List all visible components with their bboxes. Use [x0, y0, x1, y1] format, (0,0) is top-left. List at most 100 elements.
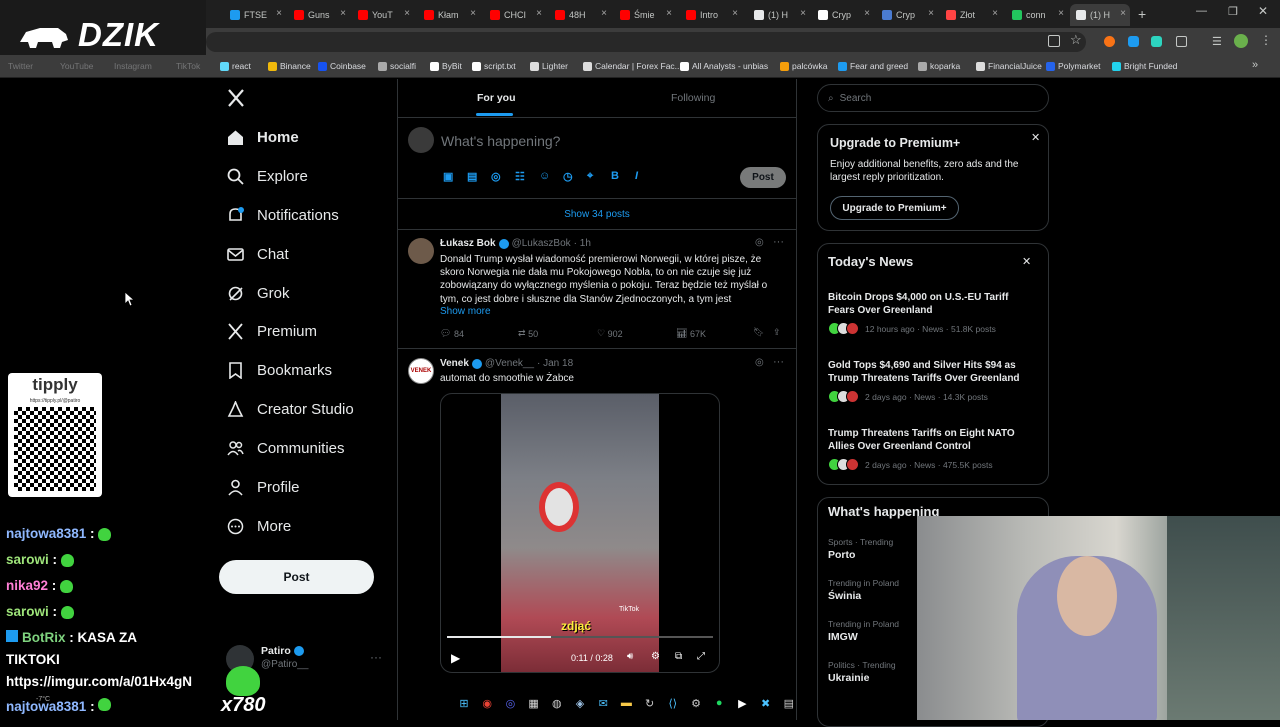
nav-item-communities[interactable]: Communities	[226, 439, 345, 457]
refresh-app-icon[interactable]: ↻	[641, 694, 659, 712]
nav-item-profile[interactable]: Profile	[226, 478, 300, 496]
location-icon[interactable]: ⌖	[587, 170, 593, 183]
close-icon[interactable]: ✕	[1031, 131, 1040, 144]
bookmark-item[interactable]: palcówka	[780, 61, 827, 71]
browser-tab[interactable]: Guns ×	[288, 4, 350, 26]
bookmark-item[interactable]: Coinbase	[318, 61, 366, 71]
bookmark-item[interactable]: TikTok	[176, 61, 200, 71]
tool-icon[interactable]: ✖	[757, 694, 775, 712]
tab-close-icon[interactable]: ×	[470, 8, 476, 19]
minimize-icon[interactable]: —	[1196, 5, 1207, 17]
bookmark-item[interactable]: koparka	[918, 61, 960, 71]
trend-name[interactable]: IMGW	[828, 631, 858, 643]
browser-tab[interactable]: (1) H ×	[1070, 4, 1130, 26]
maximize-icon[interactable]: ❐	[1228, 5, 1238, 18]
browser-tab[interactable]: Intro ×	[680, 4, 742, 26]
profile-avatar-icon[interactable]	[1234, 34, 1248, 48]
discord-icon[interactable]: ◎	[501, 694, 519, 712]
pip-icon[interactable]: ⧉	[675, 651, 682, 662]
tab-close-icon[interactable]: ×	[732, 8, 738, 19]
browser-tab[interactable]: CHCI ×	[484, 4, 546, 26]
browser-tab[interactable]: conn ×	[1006, 4, 1068, 26]
bookmark-item[interactable]: Bright Funded	[1112, 61, 1177, 71]
image-icon[interactable]: ▣	[443, 170, 453, 183]
tab-close-icon[interactable]: ×	[1120, 8, 1126, 19]
views-action[interactable]: 📊︎ 67K	[676, 328, 706, 339]
mail-icon[interactable]: ✉	[594, 694, 612, 712]
bookmark-item[interactable]: YouTube	[60, 61, 93, 71]
tab-close-icon[interactable]: ×	[666, 8, 672, 19]
emoji-icon[interactable]: ☺	[539, 170, 550, 182]
windows-start-icon[interactable]: ⊞	[455, 694, 473, 712]
tweet-author[interactable]: Łukasz Bok	[440, 238, 496, 249]
browser-tab[interactable]: Cryp ×	[876, 4, 938, 26]
bookmark-item[interactable]: All Analysts - unbias	[680, 61, 768, 71]
bookmark-item[interactable]: Instagram	[114, 61, 152, 71]
grok-icon[interactable]: ◎	[491, 170, 501, 183]
bookmark-item[interactable]: Binance	[268, 61, 311, 71]
browser-tab[interactable]: 48H ×	[549, 4, 611, 26]
browser-tab[interactable]: Cryp ×	[812, 4, 874, 26]
volume-icon[interactable]: 🔊︎	[627, 651, 633, 662]
trend-name[interactable]: Ukrainie	[828, 672, 869, 684]
nav-item-more[interactable]: More	[226, 517, 291, 535]
news-item-title[interactable]: Trump Threatens Tariffs on Eight NATO Al…	[828, 427, 1028, 453]
tab-close-icon[interactable]: ×	[404, 8, 410, 19]
reply-action[interactable]: 💬︎ 84	[440, 328, 464, 339]
news-item-title[interactable]: Gold Tops $4,690 and Silver Hits $94 as …	[828, 359, 1028, 385]
bookmark-item[interactable]: Calendar | Forex Fac...	[583, 61, 682, 71]
nav-item-notifications[interactable]: Notifications	[226, 206, 339, 224]
nav-item-premium[interactable]: Premium	[226, 322, 317, 340]
account-more-icon[interactable]: ···	[370, 650, 382, 664]
bold-icon[interactable]: B	[611, 170, 619, 182]
settings-icon[interactable]: ⚙	[651, 651, 660, 662]
tab-close-icon[interactable]: ×	[992, 8, 998, 19]
browser-tab[interactable]: Śmie ×	[614, 4, 676, 26]
tab-for-you[interactable]: For you	[477, 92, 516, 104]
bookmark-item[interactable]: ByBit	[430, 61, 462, 71]
bookmark-item[interactable]: Twitter	[8, 61, 33, 71]
app-icon[interactable]: ▦	[525, 694, 543, 712]
tweet-more-icon[interactable]: ···	[773, 356, 784, 368]
schedule-icon[interactable]: ◷	[563, 170, 573, 183]
upgrade-premium-button[interactable]: Upgrade to Premium+	[830, 196, 959, 220]
calc-icon[interactable]: ▤	[780, 694, 798, 712]
bookmark-item[interactable]: socialfi	[378, 61, 416, 71]
bookmark-item[interactable]: Lighter	[530, 61, 568, 71]
address-bar[interactable]	[206, 32, 1086, 52]
search-input[interactable]: ⌕ Search	[817, 84, 1049, 112]
video-player[interactable]: zdjąć TikTok ▶ 0:11 / 0:28 🔊︎ ⚙ ⧉ ⤢	[440, 393, 720, 673]
nav-item-grok[interactable]: Grok	[226, 284, 290, 302]
trend-name[interactable]: Świnia	[828, 590, 861, 602]
browser-tab[interactable]: Złot ×	[940, 4, 1002, 26]
tweet-author[interactable]: Venek	[440, 358, 469, 369]
bookmark-item[interactable]: Polymarket	[1046, 61, 1101, 71]
nav-item-explore[interactable]: Explore	[226, 167, 308, 185]
nav-item-home[interactable]: Home	[226, 128, 299, 146]
browser-tab[interactable]: (1) H ×	[748, 4, 810, 26]
more-bookmarks-icon[interactable]: »	[1252, 59, 1258, 71]
x-logo-icon[interactable]	[226, 88, 246, 108]
extension-icon[interactable]	[1128, 36, 1139, 47]
news-item-title[interactable]: Bitcoin Drops $4,000 on U.S.-EU Tariff F…	[828, 291, 1028, 317]
browser-tab[interactable]: FTSE ×	[224, 4, 286, 26]
show-posts-button[interactable]: Show 34 posts	[398, 198, 796, 230]
steam-icon[interactable]: ◈	[571, 694, 589, 712]
like-action[interactable]: ♡ 902	[597, 328, 623, 339]
chrome-icon[interactable]: ◉	[478, 694, 496, 712]
tweet-avatar[interactable]: VENEK	[408, 358, 434, 384]
extension-icon[interactable]	[1151, 36, 1162, 47]
tweet-avatar[interactable]	[408, 238, 434, 264]
tab-close-icon[interactable]: ×	[601, 8, 607, 19]
bookmark-item[interactable]: react	[220, 61, 251, 71]
extension-icon[interactable]	[1104, 36, 1115, 47]
nav-item-bookmarks[interactable]: Bookmarks	[226, 361, 332, 379]
bookmark-item[interactable]: FinancialJuice	[976, 61, 1042, 71]
repost-action[interactable]: ⇄ 50	[518, 328, 538, 339]
tab-close-icon[interactable]: ×	[864, 8, 870, 19]
settings-icon[interactable]: ⚙	[687, 694, 705, 712]
show-more-link[interactable]: Show more	[440, 306, 491, 317]
grok-icon[interactable]: ◎	[755, 237, 764, 248]
menu-lines-icon[interactable]: ☰	[1212, 35, 1222, 48]
browser-tab[interactable]: Kłam ×	[418, 4, 480, 26]
